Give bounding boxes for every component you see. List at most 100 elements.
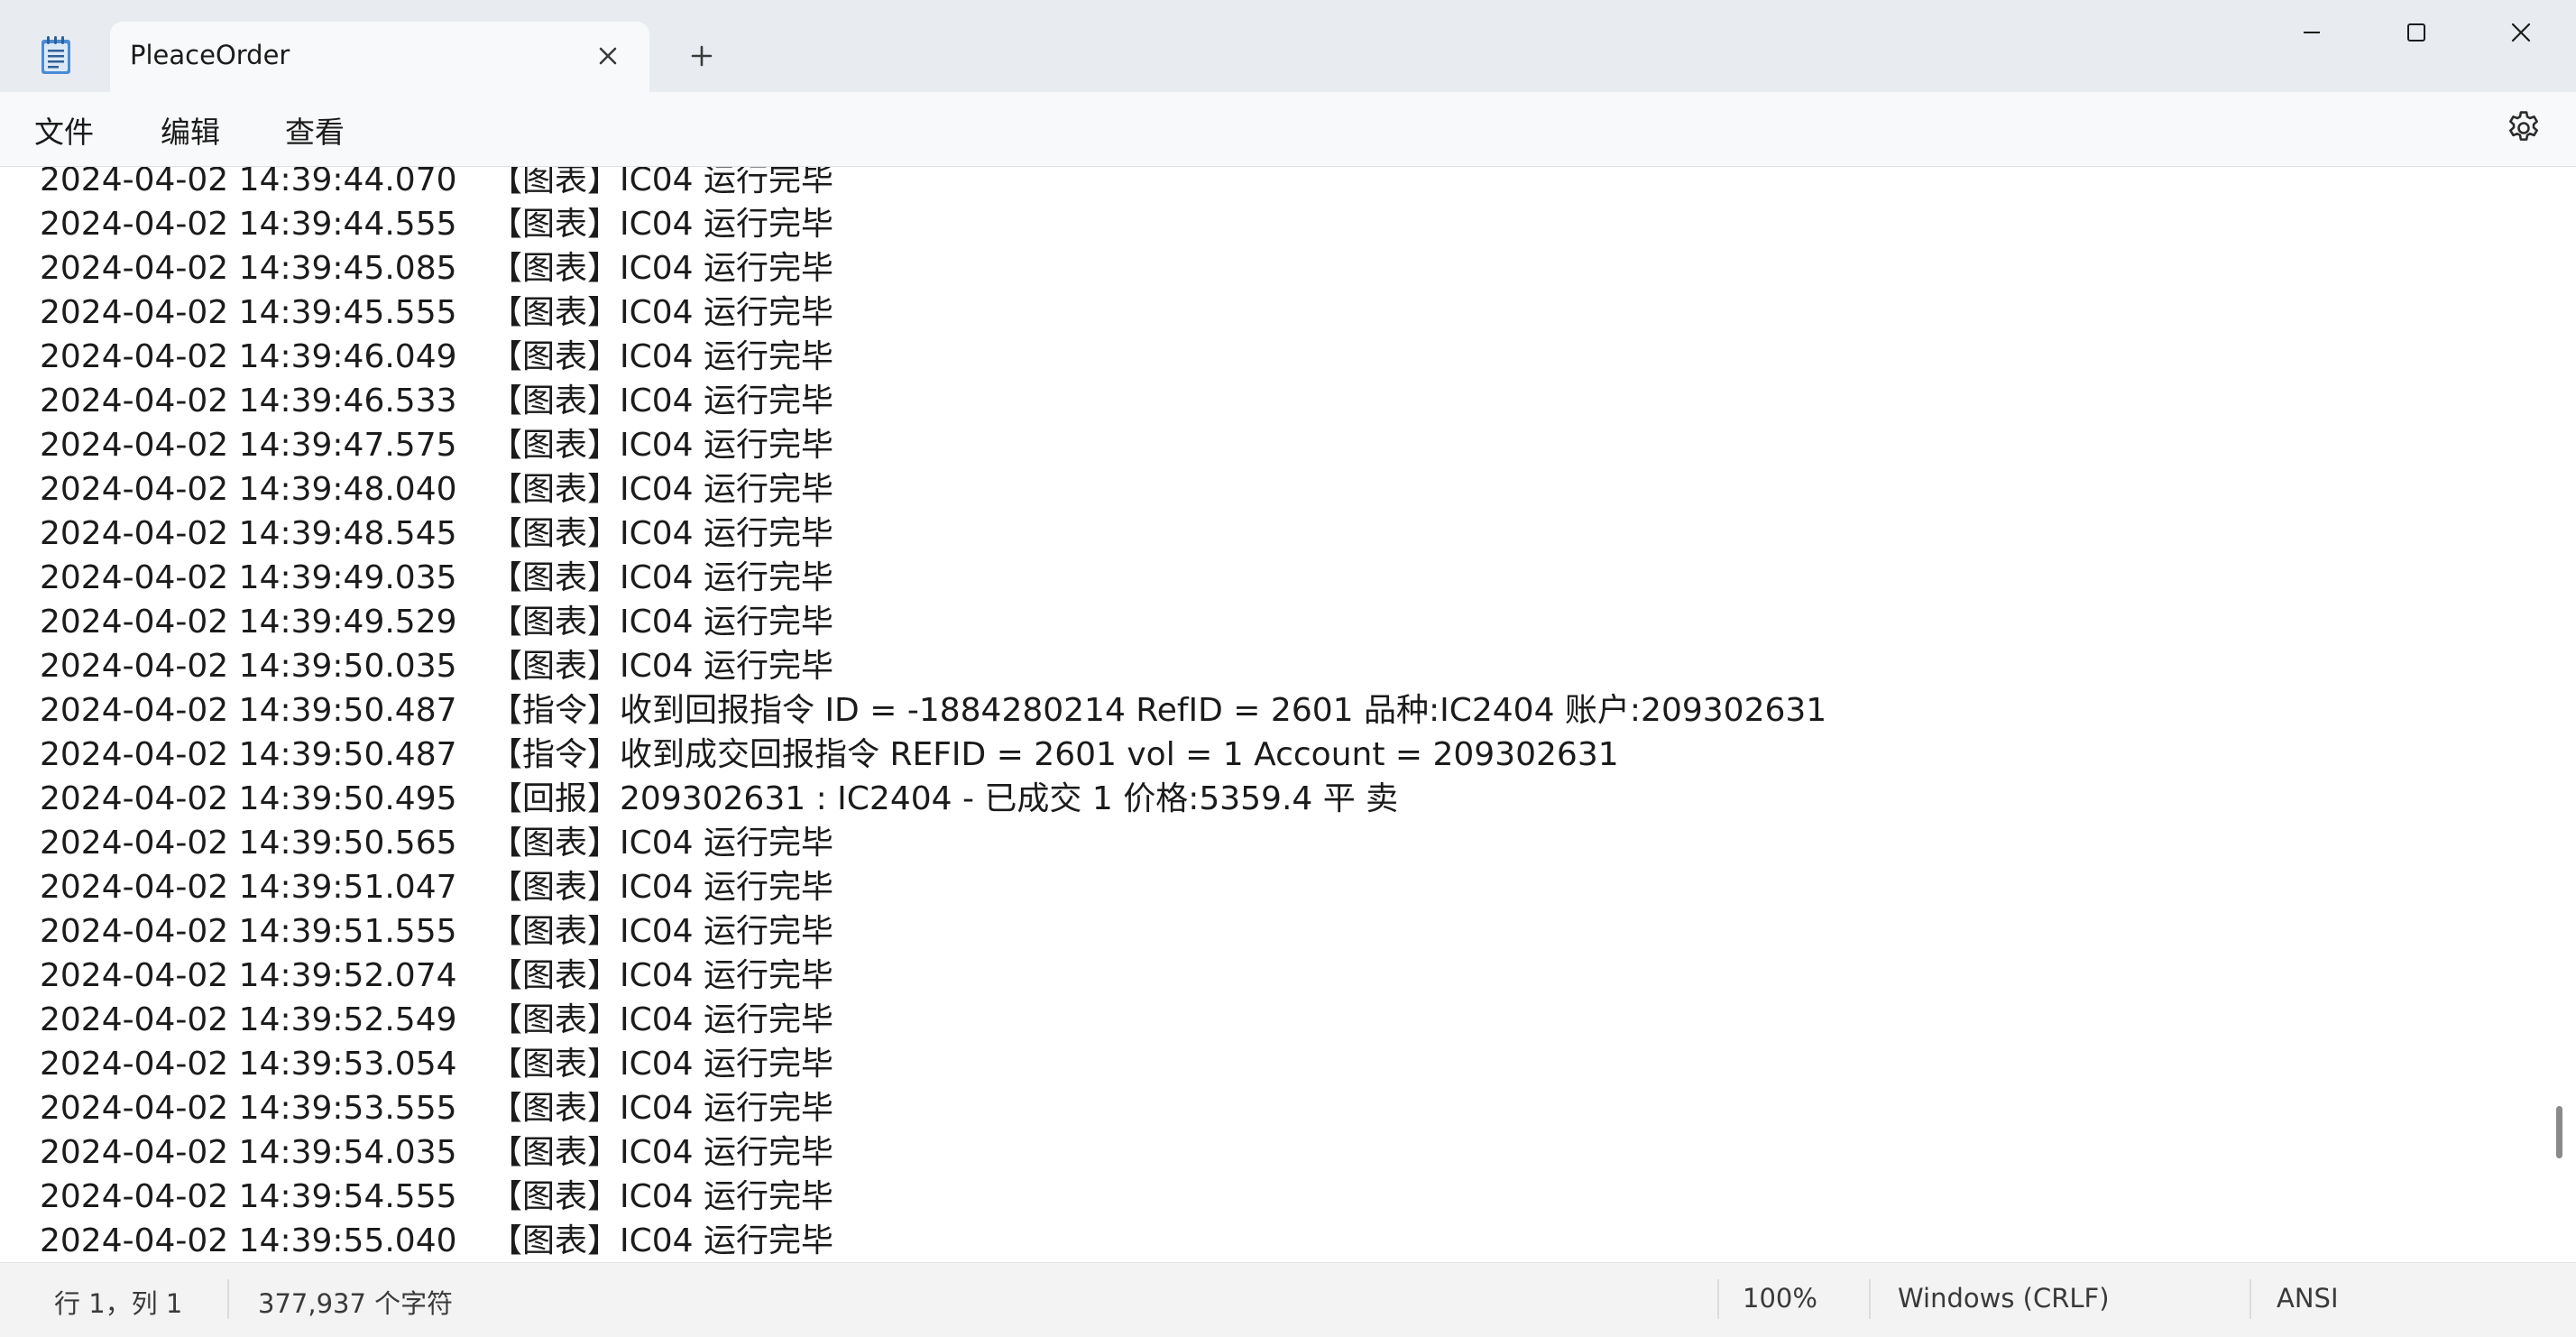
log-timestamp: 2024-04-02 14:39:46.049 <box>40 338 457 375</box>
log-message: 【图表】IC04 运行完毕 <box>490 913 834 950</box>
log-message: 【图表】IC04 运行完毕 <box>490 167 834 198</box>
zoom-level[interactable]: 100% <box>1743 1283 1817 1314</box>
close-icon[interactable] <box>588 36 628 76</box>
status-divider <box>2249 1279 2251 1319</box>
status-divider <box>1717 1279 1719 1319</box>
log-line: 2024-04-02 14:39:55.040 【图表】IC04 运行完毕 <box>40 1219 1826 1262</box>
log-timestamp: 2024-04-02 14:39:44.555 <box>40 206 457 243</box>
log-lines: 2024-04-02 14:39:44.070 【图表】IC04 运行完毕 202… <box>40 167 1826 1262</box>
log-message: 【图表】IC04 运行完毕 <box>490 250 834 287</box>
menu-bar: 文件 编辑 查看 <box>0 92 2576 167</box>
menu-view[interactable]: 查看 <box>285 108 345 152</box>
log-timestamp: 2024-04-02 14:39:51.047 <box>40 869 457 906</box>
log-timestamp: 2024-04-02 14:39:48.040 <box>40 471 457 508</box>
log-message: 【图表】IC04 运行完毕 <box>490 338 834 375</box>
log-message: 【指令】收到成交回报指令 REFID = 2601 vol = 1 Accoun… <box>490 736 1619 773</box>
log-message: 【图表】IC04 运行完毕 <box>490 604 834 641</box>
log-message: 【图表】IC04 运行完毕 <box>490 1222 834 1259</box>
tab-title: PleaceOrder <box>130 40 290 70</box>
log-line: 2024-04-02 14:39:45.085 【图表】IC04 运行完毕 <box>40 246 1826 290</box>
notepad-icon <box>36 34 76 78</box>
close-icon[interactable] <box>2471 13 2571 52</box>
log-line: 2024-04-02 14:39:50.495 【回报】209302631 : I… <box>40 777 1826 821</box>
log-line: 2024-04-02 14:39:45.555 【图表】IC04 运行完毕 <box>40 290 1826 335</box>
log-message: 【图表】IC04 运行完毕 <box>490 1001 834 1038</box>
line-ending[interactable]: Windows (CRLF) <box>1898 1283 2110 1314</box>
log-line: 2024-04-02 14:39:48.545 【图表】IC04 运行完毕 <box>40 512 1826 556</box>
status-bar: 行 1，列 1 377,937 个字符 100% Windows (CRLF) … <box>0 1262 2576 1337</box>
log-timestamp: 2024-04-02 14:39:50.487 <box>40 692 457 729</box>
log-message: 【图表】IC04 运行完毕 <box>490 869 834 906</box>
log-timestamp: 2024-04-02 14:39:54.555 <box>40 1178 457 1215</box>
log-timestamp: 2024-04-02 14:39:51.555 <box>40 913 457 950</box>
text-editor[interactable]: 2024-04-02 14:39:44.070 【图表】IC04 运行完毕 202… <box>0 167 2576 1262</box>
log-line: 2024-04-02 14:39:46.049 【图表】IC04 运行完毕 <box>40 335 1826 379</box>
log-message: 【图表】IC04 运行完毕 <box>490 648 834 685</box>
gear-icon[interactable] <box>2504 108 2544 148</box>
log-timestamp: 2024-04-02 14:39:46.533 <box>40 383 457 420</box>
menu-edit[interactable]: 编辑 <box>161 108 220 152</box>
log-timestamp: 2024-04-02 14:39:50.035 <box>40 648 457 685</box>
log-timestamp: 2024-04-02 14:39:45.085 <box>40 250 457 287</box>
log-timestamp: 2024-04-02 14:39:45.555 <box>40 294 457 331</box>
encoding[interactable]: ANSI <box>2277 1283 2339 1314</box>
log-line: 2024-04-02 14:39:53.555 【图表】IC04 运行完毕 <box>40 1086 1826 1130</box>
log-timestamp: 2024-04-02 14:39:50.565 <box>40 825 457 862</box>
log-message: 【图表】IC04 运行完毕 <box>490 825 834 862</box>
log-line: 2024-04-02 14:39:49.529 【图表】IC04 运行完毕 <box>40 600 1826 644</box>
notepad-window: PleaceOrder 文件 编辑 查看 2024-04-02 14:39:44… <box>0 0 2576 1337</box>
vertical-scrollbar-thumb[interactable] <box>2556 1106 2562 1158</box>
character-count: 377,937 个字符 <box>258 1288 454 1319</box>
log-line: 2024-04-02 14:39:54.035 【图表】IC04 运行完毕 <box>40 1130 1826 1175</box>
log-line: 2024-04-02 14:39:50.487 【指令】收到回报指令 ID = -… <box>40 688 1826 733</box>
maximize-icon[interactable] <box>2367 13 2466 52</box>
log-message: 【图表】IC04 运行完毕 <box>490 294 834 331</box>
log-message: 【图表】IC04 运行完毕 <box>490 515 834 552</box>
log-message: 【图表】IC04 运行完毕 <box>490 383 834 420</box>
log-timestamp: 2024-04-02 14:39:54.035 <box>40 1134 457 1171</box>
log-timestamp: 2024-04-02 14:39:52.549 <box>40 1001 457 1038</box>
log-line: 2024-04-02 14:39:44.555 【图表】IC04 运行完毕 <box>40 202 1826 246</box>
status-divider <box>227 1279 229 1319</box>
log-message: 【图表】IC04 运行完毕 <box>490 1090 834 1127</box>
log-message: 【指令】收到回报指令 ID = -1884280214 RefID = 2601… <box>490 692 1827 729</box>
log-message: 【回报】209302631 : IC2404 - 已成交 1 价格:5359.4… <box>490 780 1399 817</box>
menu-file[interactable]: 文件 <box>34 108 94 152</box>
status-divider <box>1869 1279 1871 1319</box>
log-message: 【图表】IC04 运行完毕 <box>490 1046 834 1083</box>
log-line: 2024-04-02 14:39:51.555 【图表】IC04 运行完毕 <box>40 909 1826 954</box>
minimize-icon[interactable] <box>2262 13 2361 52</box>
log-timestamp: 2024-04-02 14:39:49.529 <box>40 604 457 641</box>
log-timestamp: 2024-04-02 14:39:47.575 <box>40 427 457 464</box>
log-message: 【图表】IC04 运行完毕 <box>490 471 834 508</box>
log-timestamp: 2024-04-02 14:39:44.070 <box>40 167 457 198</box>
log-timestamp: 2024-04-02 14:39:49.035 <box>40 559 457 596</box>
log-message: 【图表】IC04 运行完毕 <box>490 957 834 994</box>
log-line: 2024-04-02 14:39:51.047 【图表】IC04 运行完毕 <box>40 865 1826 909</box>
log-line: 2024-04-02 14:39:50.035 【图表】IC04 运行完毕 <box>40 644 1826 688</box>
log-line: 2024-04-02 14:39:49.035 【图表】IC04 运行完毕 <box>40 556 1826 600</box>
log-message: 【图表】IC04 运行完毕 <box>490 1178 834 1215</box>
log-line: 2024-04-02 14:39:52.549 【图表】IC04 运行完毕 <box>40 998 1826 1042</box>
tab-pleaceorder[interactable]: PleaceOrder <box>110 22 649 92</box>
log-timestamp: 2024-04-02 14:39:52.074 <box>40 957 457 994</box>
log-timestamp: 2024-04-02 14:39:50.495 <box>40 780 457 817</box>
log-timestamp: 2024-04-02 14:39:55.040 <box>40 1222 457 1259</box>
log-timestamp: 2024-04-02 14:39:48.545 <box>40 515 457 552</box>
log-message: 【图表】IC04 运行完毕 <box>490 206 834 243</box>
log-message: 【图表】IC04 运行完毕 <box>490 1134 834 1171</box>
log-line: 2024-04-02 14:39:44.070 【图表】IC04 运行完毕 <box>40 167 1826 202</box>
cursor-position: 行 1，列 1 <box>54 1288 183 1319</box>
log-line: 2024-04-02 14:39:50.487 【指令】收到成交回报指令 REFI… <box>40 733 1826 777</box>
title-bar[interactable]: PleaceOrder <box>0 0 2576 92</box>
log-line: 2024-04-02 14:39:50.565 【图表】IC04 运行完毕 <box>40 821 1826 865</box>
log-line: 2024-04-02 14:39:54.555 【图表】IC04 运行完毕 <box>40 1175 1826 1219</box>
log-line: 2024-04-02 14:39:46.533 【图表】IC04 运行完毕 <box>40 379 1826 423</box>
log-timestamp: 2024-04-02 14:39:50.487 <box>40 736 457 773</box>
plus-icon[interactable] <box>682 36 722 76</box>
log-timestamp: 2024-04-02 14:39:53.555 <box>40 1090 457 1127</box>
log-message: 【图表】IC04 运行完毕 <box>490 559 834 596</box>
log-line: 2024-04-02 14:39:53.054 【图表】IC04 运行完毕 <box>40 1042 1826 1086</box>
log-line: 2024-04-02 14:39:47.575 【图表】IC04 运行完毕 <box>40 423 1826 467</box>
log-line: 2024-04-02 14:39:48.040 【图表】IC04 运行完毕 <box>40 467 1826 512</box>
